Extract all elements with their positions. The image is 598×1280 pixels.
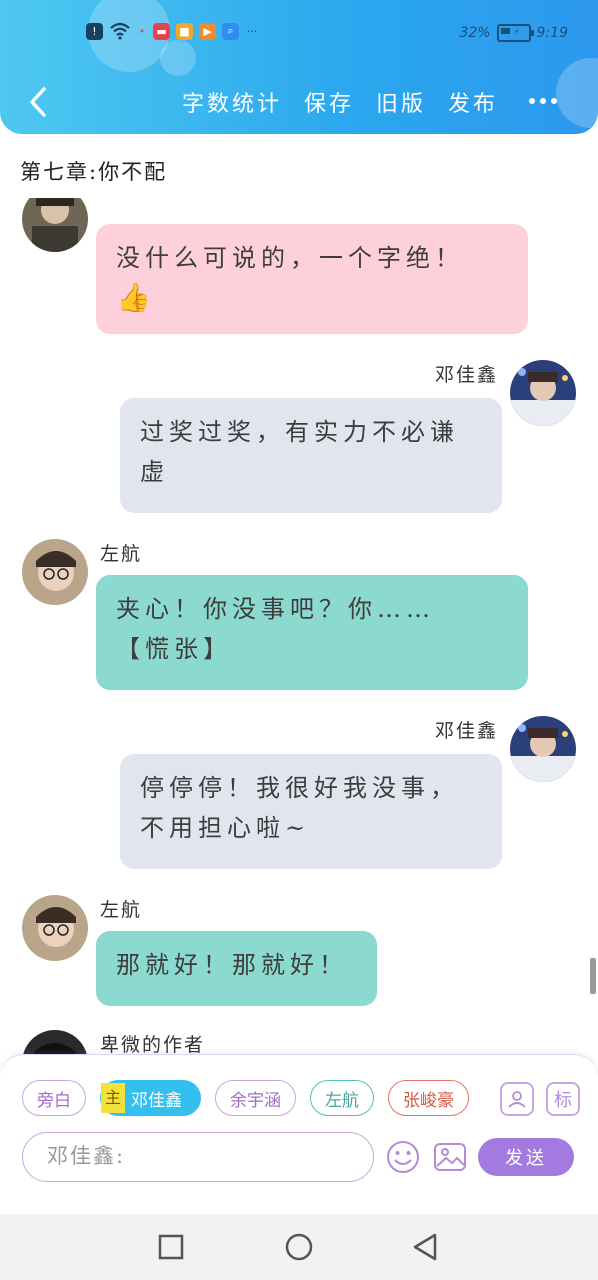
mark-button[interactable]: 标 xyxy=(546,1082,580,1116)
more-dots-icon xyxy=(529,98,535,104)
role-label: 左航 xyxy=(325,1090,359,1111)
role-label: 余宇涵 xyxy=(230,1090,281,1111)
circle-icon xyxy=(285,1233,313,1261)
sender-name: 邓佳鑫 xyxy=(434,364,498,386)
chapter-title: 第七章:你不配 xyxy=(20,160,168,184)
message-text: 夹心！你没事吧？你…… xyxy=(116,595,435,623)
status-bar-left: ! • ▬ ■ ▶ ⌕ ··· xyxy=(86,22,259,40)
battery-icon: ⚡ xyxy=(496,24,534,42)
home-button[interactable] xyxy=(284,1232,314,1262)
battery-percent: 32% xyxy=(459,25,491,41)
image-icon xyxy=(434,1143,466,1171)
system-back-button[interactable] xyxy=(410,1232,440,1262)
emoji-button[interactable] xyxy=(385,1139,421,1175)
message-text: 那就好！那就好！ xyxy=(116,951,348,979)
wifi-icon xyxy=(110,22,130,40)
image-button[interactable] xyxy=(432,1139,468,1175)
more-notifications-icon: ··· xyxy=(246,24,258,38)
chevron-left-icon xyxy=(30,87,46,117)
role-label: 邓佳鑫 xyxy=(131,1090,182,1111)
thumbs-up-emoji: 👍 xyxy=(116,281,151,314)
role-chip[interactable]: 余宇涵 xyxy=(215,1080,296,1116)
role-manage-button[interactable] xyxy=(500,1082,534,1116)
sender-name: 左航 xyxy=(100,899,143,921)
person-card-icon xyxy=(508,1091,526,1108)
square-icon xyxy=(158,1234,184,1260)
message-text: 停停停！我很好我没事， xyxy=(140,774,459,802)
input-placeholder: 邓佳鑫: xyxy=(47,1144,126,1168)
clock: 9:19 xyxy=(536,25,568,41)
avatar[interactable] xyxy=(22,895,88,961)
message-text: 过奖过奖，有实力不必谦 xyxy=(140,418,459,446)
system-nav-bar xyxy=(0,1214,598,1280)
sender-name: 卑微的作者 xyxy=(100,1034,206,1054)
role-label: 张峻豪 xyxy=(403,1090,454,1111)
sender-name: 左航 xyxy=(100,543,143,565)
role-chip-selected[interactable]: 主 邓佳鑫 xyxy=(100,1080,201,1116)
word-count-button[interactable]: 字数统计 xyxy=(182,86,282,118)
role-chip[interactable]: 左航 xyxy=(310,1080,374,1116)
more-button[interactable] xyxy=(522,86,564,116)
avatar[interactable] xyxy=(22,1030,88,1054)
publish-button[interactable]: 发布 xyxy=(448,86,498,118)
status-bar-right: 32% ⚡ 9:19 xyxy=(459,24,568,42)
message-text: 不用担心啦~ xyxy=(140,814,311,842)
app-icon-play: ▶ xyxy=(199,22,216,40)
role-label: 旁白 xyxy=(37,1090,71,1111)
avatar[interactable] xyxy=(22,198,88,252)
app-icon-small: • xyxy=(138,24,146,38)
more-dot xyxy=(540,98,546,104)
scrollbar-thumb[interactable] xyxy=(590,958,596,994)
chat-bubble[interactable]: 停停停！我很好我没事， 不用担心啦~ xyxy=(120,754,502,869)
message-text: 没什么可说的，一个字绝！ xyxy=(116,244,464,272)
recent-apps-button[interactable] xyxy=(156,1232,186,1262)
message-text: 【慌张】 xyxy=(116,635,232,663)
message-input[interactable]: 邓佳鑫: xyxy=(22,1132,374,1182)
app-icon-red: ▬ xyxy=(153,22,170,40)
triangle-back-icon xyxy=(413,1233,437,1261)
back-button[interactable] xyxy=(20,84,56,120)
avatar[interactable] xyxy=(22,539,88,605)
app-icon-search: ⌕ xyxy=(222,22,239,40)
send-button[interactable]: 发送 xyxy=(478,1138,574,1176)
header-actions: 字数统计 保存 旧版 发布 xyxy=(182,86,498,118)
chat-bubble[interactable]: 过奖过奖，有实力不必谦 虚 xyxy=(120,398,502,513)
app-icon-orange: ■ xyxy=(176,22,193,40)
alert-icon: ! xyxy=(86,22,103,40)
mark-label: 标 xyxy=(554,1090,572,1111)
chat-bubble[interactable]: 那就好！那就好！ xyxy=(96,931,377,1006)
avatar[interactable] xyxy=(510,716,576,782)
save-button[interactable]: 保存 xyxy=(304,86,354,118)
role-chips: 旁白 主 邓佳鑫 余宇涵 左航 张峻豪 xyxy=(22,1080,484,1116)
old-version-button[interactable]: 旧版 xyxy=(376,86,426,118)
chat-bubble[interactable]: 夹心！你没事吧？你…… 【慌张】 xyxy=(96,575,528,690)
more-dot xyxy=(551,98,557,104)
sender-name: 邓佳鑫 xyxy=(434,720,498,742)
chat-area: 没什么可说的，一个字绝！ 👍 邓佳鑫 过奖过奖，有实力不必谦 虚 左航 夹心！你… xyxy=(0,198,598,1054)
role-chip[interactable]: 旁白 xyxy=(22,1080,86,1116)
chat-bubble[interactable]: 没什么可说的，一个字绝！ 👍 xyxy=(96,224,528,334)
message-text: 虚 xyxy=(140,458,169,486)
avatar[interactable] xyxy=(510,360,576,426)
smiley-icon xyxy=(387,1141,419,1173)
role-chip[interactable]: 张峻豪 xyxy=(388,1080,469,1116)
main-role-tag: 主 xyxy=(101,1083,125,1113)
